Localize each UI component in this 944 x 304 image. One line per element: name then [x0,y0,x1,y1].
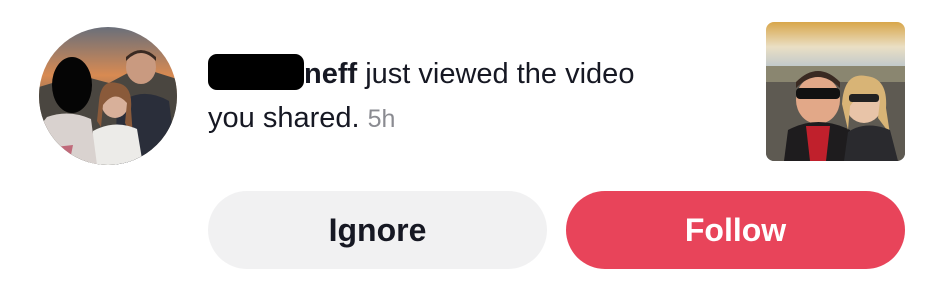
follow-button[interactable]: Follow [566,191,905,269]
message-line-1: just viewed the video [357,58,635,90]
user-avatar[interactable] [39,27,177,165]
ignore-button[interactable]: Ignore [208,191,547,269]
video-thumbnail[interactable] [766,22,905,161]
username-link[interactable]: neff [304,58,357,90]
redacted-username-block [208,54,304,90]
notification-text: neff just viewed the video you shared. 5… [208,52,728,141]
avatar-photo [39,27,177,165]
message-line-2: you shared. [208,102,360,134]
video-thumbnail-image [766,22,905,161]
timestamp: 5h [367,105,396,133]
